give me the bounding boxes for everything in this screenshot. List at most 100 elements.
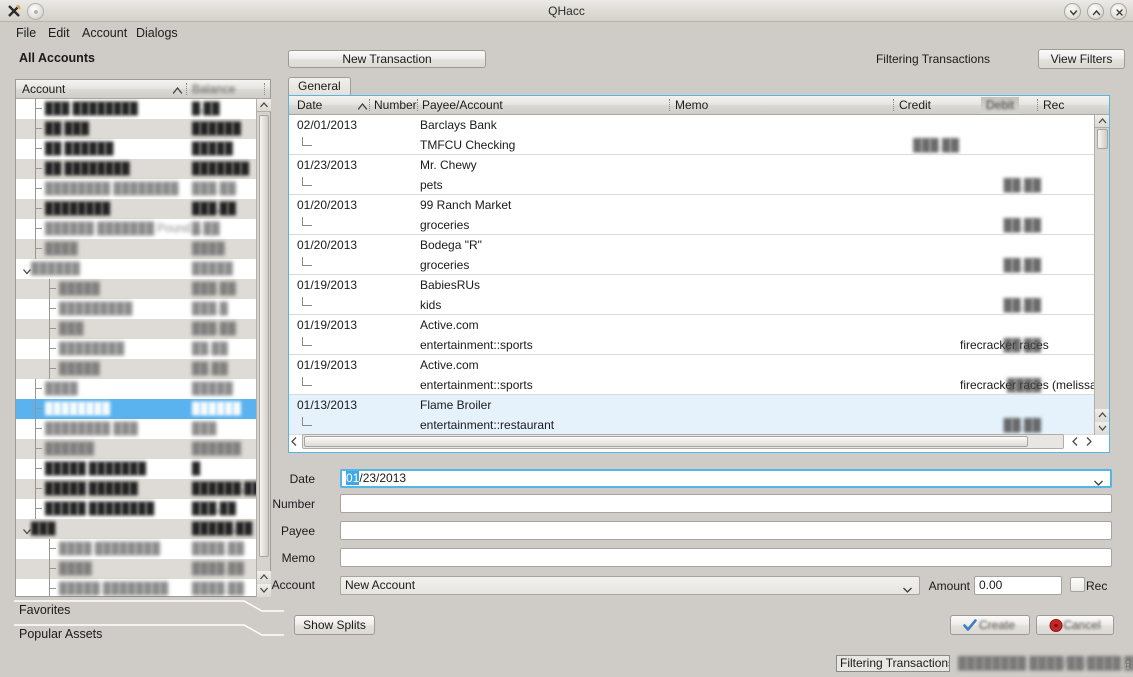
transaction-row[interactable]: 01/20/2013 99 Ranch Market groceries ██.██ (289, 195, 1094, 235)
account-row[interactable]: ██████ █████ (16, 259, 256, 279)
menu-account[interactable]: Account (76, 22, 133, 44)
transactions-vertical-scrollbar[interactable] (1094, 115, 1110, 435)
new-transaction-button[interactable]: New Transaction (288, 50, 486, 68)
accounts-header-divider-2[interactable] (264, 83, 265, 95)
transactions-rows[interactable]: 02/01/2013 Barclays Bank TMFCU Checking ███… (289, 115, 1094, 436)
transaction-row[interactable]: 01/19/2013 Active.com entertainment::sport… (289, 315, 1094, 355)
accounts-scroll-up-arrow[interactable] (257, 99, 271, 112)
accordion-popular-assets[interactable]: Popular Assets (0, 624, 284, 648)
accordion-favorites[interactable]: Favorites (0, 600, 284, 624)
accounts-column-account[interactable]: Account (22, 80, 65, 98)
transaction-row[interactable]: 01/23/2013 Mr. Chewy pets ██.██ (289, 155, 1094, 195)
account-row[interactable]: ████████ ██.██ (16, 339, 256, 359)
transactions-scroll-thumb[interactable] (1097, 129, 1108, 149)
menu-edit[interactable]: Edit (42, 22, 76, 44)
transaction-row[interactable]: 01/19/2013 Active.com entertainment::sport… (289, 355, 1094, 395)
header-divider-5[interactable] (1037, 99, 1038, 111)
header-divider-1[interactable] (369, 99, 370, 111)
account-row[interactable]: ██ ██████ █████ (16, 139, 256, 159)
account-row[interactable]: █████ ████████████.██ (16, 479, 256, 499)
accounts-scroll-thumb[interactable] (259, 115, 269, 557)
transaction-debit: ██.██ (1003, 218, 1041, 232)
menu-dialogs[interactable]: Dialogs (130, 22, 184, 44)
title-bar: QHacc (0, 0, 1133, 22)
hscroll-thumb[interactable] (304, 436, 1028, 447)
account-row[interactable]: ███ ███.██ (16, 319, 256, 339)
date-chevron-down-icon[interactable] (1093, 476, 1104, 491)
filtering-transactions-label: Filtering Transactions (875, 52, 990, 66)
create-button[interactable]: Create (950, 615, 1030, 635)
column-header-date[interactable]: Date (297, 96, 322, 114)
account-chevron-down-icon[interactable] (902, 582, 913, 599)
accounts-column-balance[interactable]: Balance (192, 80, 235, 98)
account-row[interactable]: ████████.██ (16, 279, 256, 299)
account-balance: ██████ (192, 443, 241, 455)
account-combobox[interactable]: New Account (340, 576, 920, 595)
transaction-row[interactable]: 02/01/2013 Barclays Bank TMFCU Checking ███… (289, 115, 1094, 155)
view-filters-button[interactable]: View Filters (1038, 49, 1125, 69)
column-header-number[interactable]: Number (374, 96, 417, 114)
menu-file[interactable]: File (10, 22, 42, 44)
account-row[interactable]: ████████ ██████ (16, 399, 256, 419)
account-row[interactable]: ████████ ███.██ (16, 199, 256, 219)
close-button[interactable] (1110, 3, 1127, 20)
account-row[interactable]: ████████ ████████ ███.██ (16, 179, 256, 199)
account-row[interactable]: █████████ ███.█ (16, 299, 256, 319)
hscroll-left-arrow-2[interactable] (1069, 435, 1082, 451)
rec-checkbox[interactable] (1070, 577, 1085, 592)
account-row[interactable]: ████████ ███ ███ (16, 419, 256, 439)
maximize-button[interactable] (1087, 3, 1104, 20)
header-divider-2[interactable] (417, 99, 418, 111)
transactions-horizontal-scrollbar[interactable] (288, 434, 1110, 451)
account-row[interactable]: ████ ████████ ████.██ (16, 539, 256, 559)
tab-general[interactable]: General (288, 77, 351, 95)
transactions-scroll-up-arrow[interactable] (1095, 115, 1110, 128)
account-row[interactable]: ████ ████ (16, 239, 256, 259)
accounts-header-divider-1[interactable] (186, 83, 187, 95)
column-header-credit[interactable]: Credit (899, 96, 931, 114)
transaction-payee: Mr. Chewy (420, 158, 477, 172)
number-input[interactable] (340, 494, 1112, 513)
account-row[interactable]: ████ █████ (16, 379, 256, 399)
rec-label: Rec (1086, 579, 1108, 593)
account-row[interactable]: █████ ██.██ (16, 359, 256, 379)
transaction-row[interactable]: 01/20/2013 Bodega "R" groceries ██.██ (289, 235, 1094, 275)
resize-grip[interactable] (1118, 659, 1130, 674)
transaction-date: 01/19/2013 (297, 318, 358, 332)
account-row[interactable]: ████████.██ (16, 519, 256, 539)
account-row[interactable]: █████ ████████████.██ (16, 579, 256, 597)
column-header-payee-account[interactable]: Payee/Account (422, 96, 503, 114)
account-row[interactable]: ██ ███ ██████ (16, 119, 256, 139)
account-balance: ███.██ (192, 323, 236, 335)
hscroll-track[interactable] (302, 434, 1064, 449)
header-divider-4[interactable] (893, 99, 894, 111)
account-row[interactable]: █████ ███████ █ (16, 459, 256, 479)
minimize-button[interactable] (1064, 3, 1081, 20)
account-row[interactable]: ████████.██ (16, 559, 256, 579)
account-row[interactable]: ██ ████████ ███████ (16, 159, 256, 179)
accounts-tree-rows[interactable]: ███ ████████ █.██ ██ ███ ██████ ██ ██████ ███… (16, 99, 256, 597)
transaction-row[interactable]: 01/13/2013 Flame Broiler entertainment::re… (289, 395, 1094, 435)
account-name: ██████ (31, 263, 80, 275)
column-header-debit[interactable]: Debit (981, 97, 1020, 114)
memo-input[interactable] (340, 548, 1112, 567)
account-row[interactable]: ██████ ███████ Pound... █.██ (16, 219, 256, 239)
transactions-scroll-up-arrow-2[interactable] (1095, 409, 1110, 422)
account-row[interactable]: █████ ████████ ███.██ (16, 499, 256, 519)
transaction-row[interactable]: 01/19/2013 BabiesRUs kids ██.██ (289, 275, 1094, 315)
column-header-rec[interactable]: Rec (1043, 96, 1064, 114)
hscroll-right-arrow[interactable] (1082, 435, 1095, 451)
account-row[interactable]: ██████ ██████ (16, 439, 256, 459)
tree-connector-elbow (35, 208, 42, 209)
account-row[interactable]: ███ ████████ █.██ (16, 99, 256, 119)
amount-input[interactable]: 0.00 (974, 576, 1062, 595)
date-input[interactable]: 01/23/2013 (340, 469, 1112, 488)
column-header-memo[interactable]: Memo (675, 96, 708, 114)
payee-input[interactable] (340, 521, 1112, 540)
cancel-button[interactable]: Cancel (1036, 615, 1114, 635)
transaction-credit: ███.██ (913, 138, 959, 152)
hscroll-left-arrow[interactable] (288, 435, 301, 451)
header-divider-3[interactable] (669, 99, 670, 111)
account-balance: ██████ (192, 123, 241, 135)
show-splits-button[interactable]: Show Splits (294, 615, 375, 635)
